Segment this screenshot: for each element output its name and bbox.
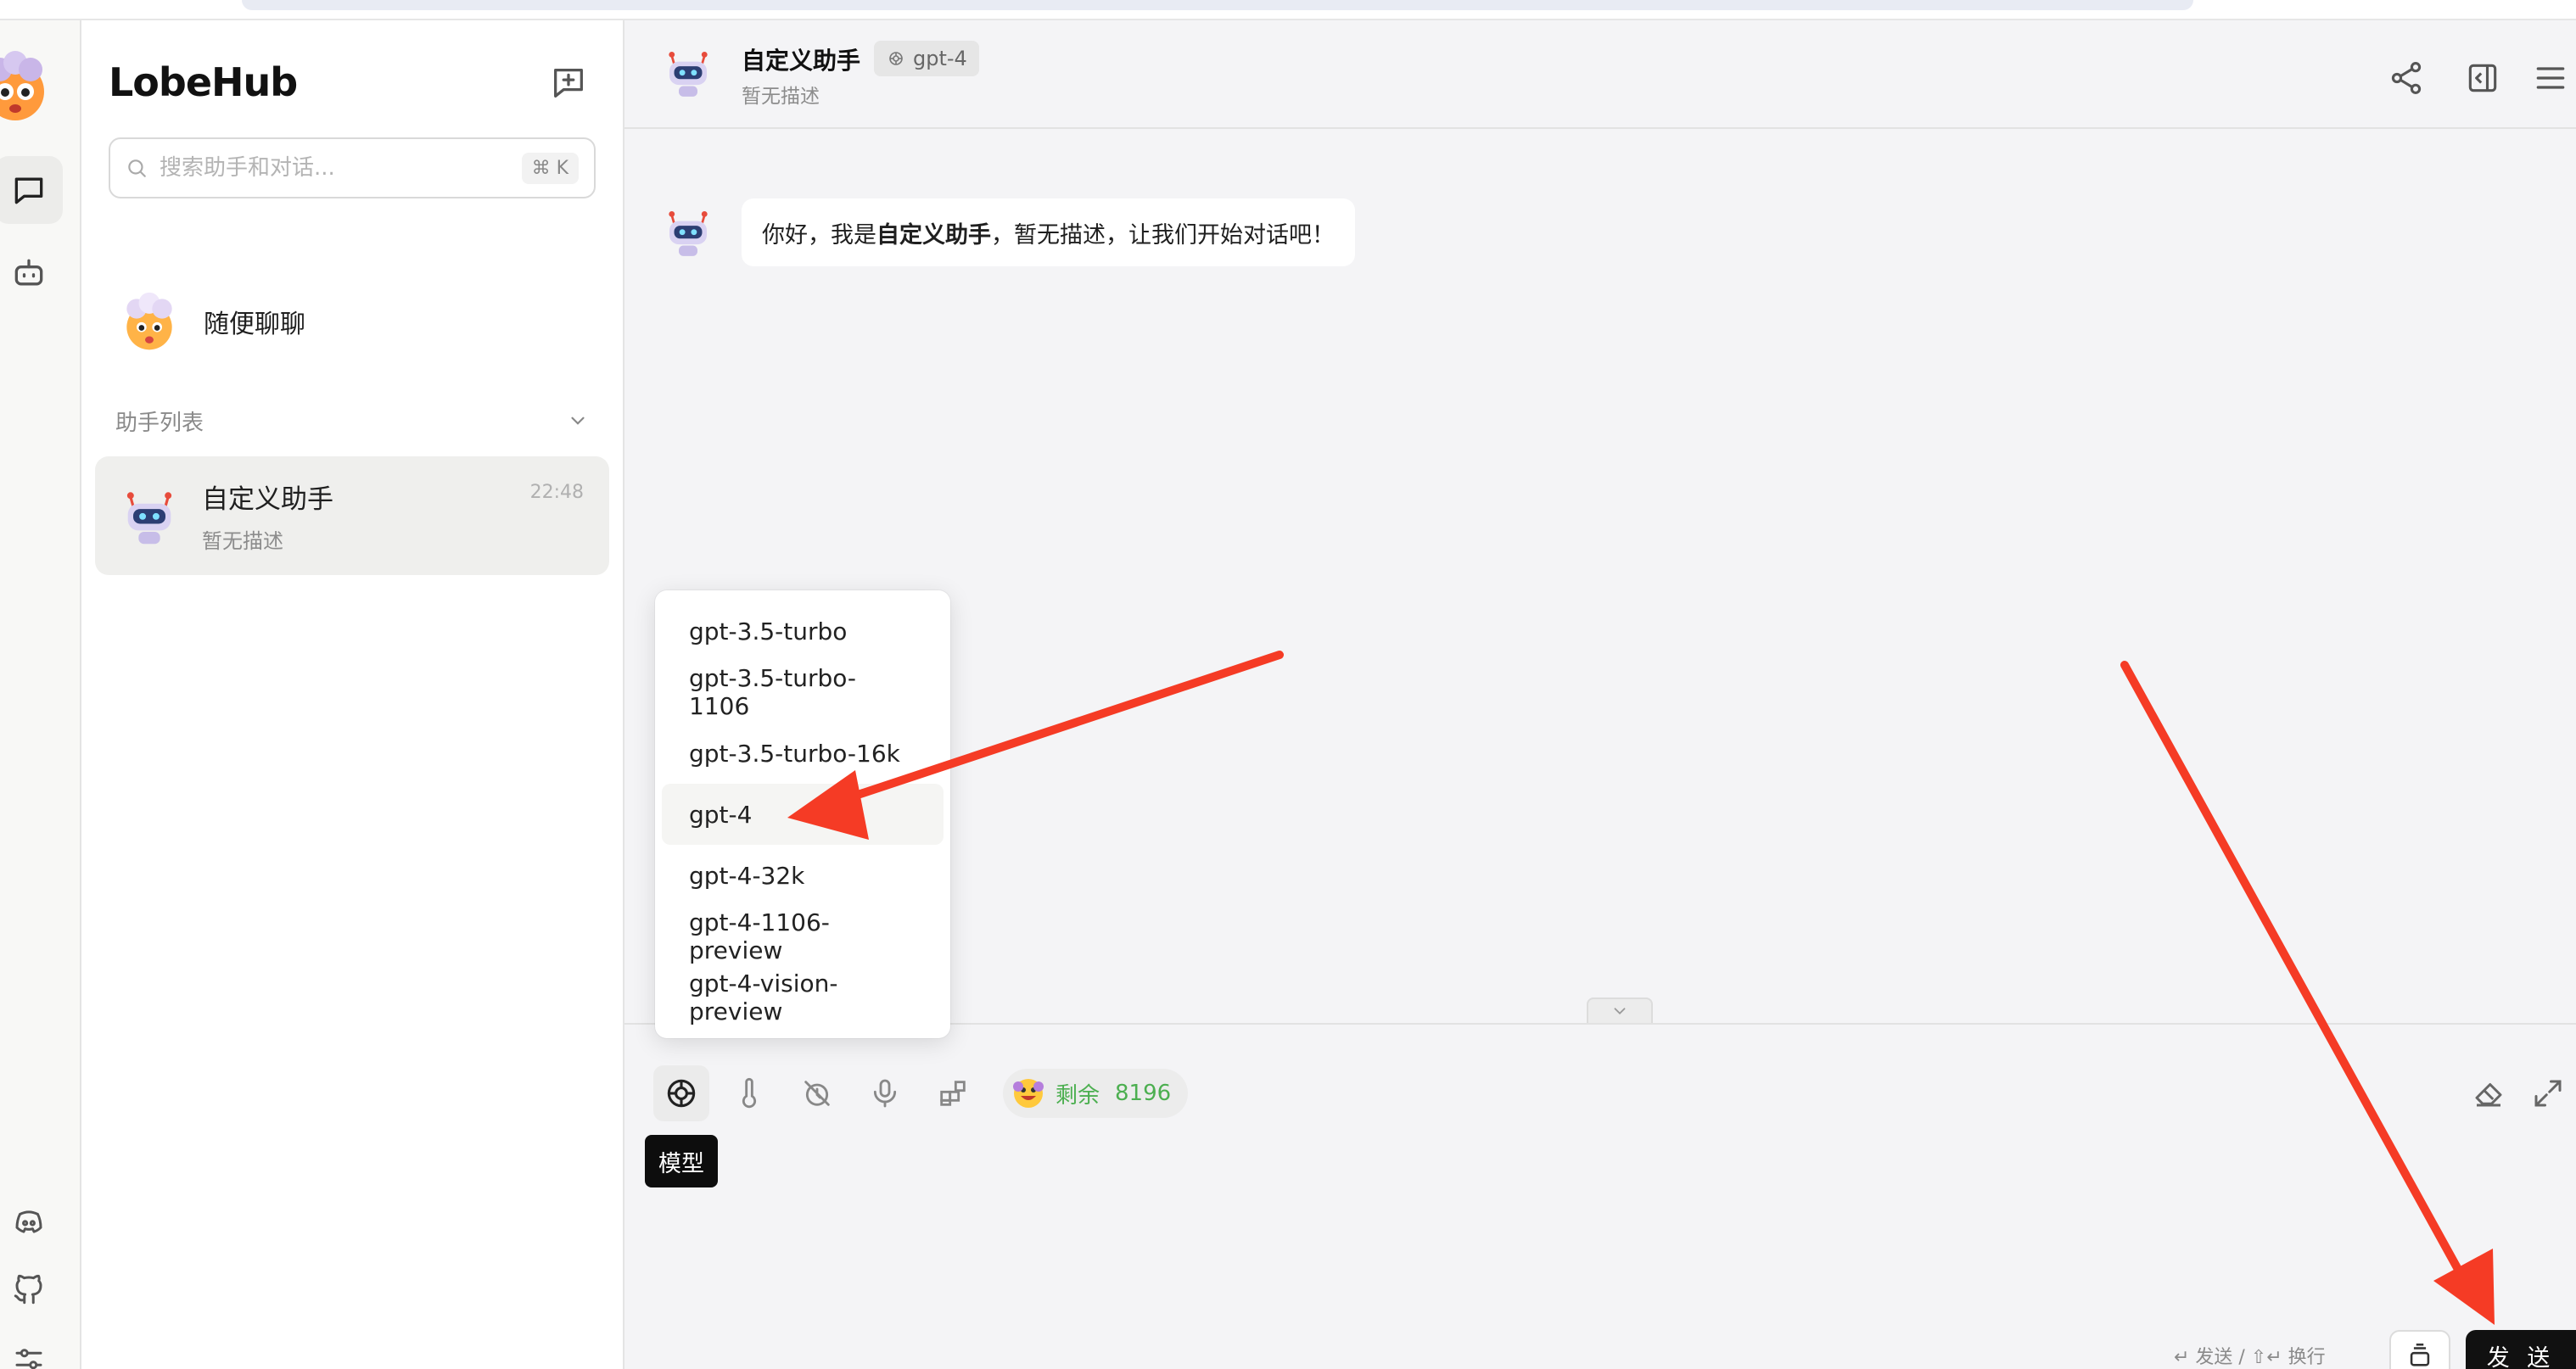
model-tooltip: 模型	[645, 1135, 718, 1187]
token-emoji-icon	[1013, 1079, 1044, 1108]
microphone-icon	[873, 1079, 897, 1108]
user-avatar[interactable]	[0, 47, 56, 129]
temperature-icon	[742, 1078, 757, 1109]
search-shortcut: ⌘ K	[521, 152, 579, 184]
chat-input-area: 剩余 8196 模型 ↵ 发送 / ⇧↵ 换行 发 送	[624, 1023, 2576, 1369]
message-plus-icon	[554, 69, 583, 98]
message-assistant-name: 自定义助手	[876, 221, 991, 249]
send-button[interactable]: 发 送	[2466, 1330, 2576, 1369]
session-name: 随便聊聊	[204, 310, 305, 339]
send-options-button[interactable]	[2389, 1330, 2450, 1369]
token-label: 剩余	[1056, 1082, 1100, 1109]
model-option[interactable]: gpt-3.5-turbo-1106	[662, 662, 944, 723]
scroll-to-bottom-button[interactable]	[1587, 997, 1653, 1023]
model-select-button[interactable]	[653, 1065, 709, 1121]
browser-top-strip	[0, 0, 2576, 20]
chevron-down-icon	[571, 416, 585, 425]
chat-nav-button[interactable]	[0, 156, 63, 224]
expand-button[interactable]	[2520, 1065, 2576, 1121]
chat-header: 自定义助手 gpt-4 暂无描述	[624, 20, 2576, 129]
message-suffix: ，暂无描述，让我们开始对话吧！	[991, 221, 1335, 249]
random-chat-avatar	[126, 292, 172, 350]
stack-icon	[2410, 1343, 2430, 1366]
chat-desc: 暂无描述	[742, 86, 820, 108]
openai-icon	[889, 52, 903, 65]
expand-icon	[2534, 1080, 2562, 1107]
model-option[interactable]: gpt-3.5-turbo	[662, 601, 944, 662]
menu-icon	[2536, 67, 2565, 89]
settings-icon	[15, 1349, 42, 1369]
model-tag-label: gpt-4	[913, 47, 967, 70]
browser-address-bar[interactable]	[242, 0, 2193, 10]
robot-icon	[14, 259, 43, 286]
model-option[interactable]: gpt-4-1106-preview	[662, 906, 944, 967]
search-icon	[128, 159, 146, 177]
model-option[interactable]: gpt-4-vision-preview	[662, 967, 944, 1028]
history-limit-button[interactable]	[789, 1065, 845, 1121]
assistant-message: 你好，我是 自定义助手 ，暂无描述，让我们开始对话吧！	[742, 198, 1355, 266]
eraser-icon	[2475, 1083, 2502, 1107]
robot-avatar	[126, 492, 172, 545]
brand-logo: LobeHub	[109, 59, 298, 105]
plugin-icon	[940, 1081, 966, 1106]
session-time: 22:48	[529, 482, 584, 503]
model-tag[interactable]: gpt-4	[874, 41, 979, 76]
toggle-panel-button[interactable]	[2457, 53, 2508, 103]
share-button[interactable]	[2381, 53, 2432, 103]
temperature-button[interactable]	[721, 1065, 777, 1121]
search-input[interactable]	[160, 155, 522, 181]
robot-avatar[interactable]	[660, 204, 716, 260]
model-option[interactable]: gpt-4-32k	[662, 845, 944, 906]
chat-title: 自定义助手	[742, 47, 861, 75]
chevron-down-icon	[1614, 1008, 1626, 1015]
history-off-icon	[804, 1081, 830, 1106]
model-brain-icon	[667, 1079, 696, 1108]
model-dropdown: gpt-3.5-turbo gpt-3.5-turbo-1106 gpt-3.5…	[655, 590, 950, 1038]
voice-input-button[interactable]	[857, 1065, 913, 1121]
menu-button[interactable]	[2525, 53, 2576, 103]
assistant-group-header[interactable]: 助手列表	[95, 397, 609, 444]
share-icon	[2391, 62, 2422, 94]
model-option-selected[interactable]: gpt-4	[662, 784, 944, 845]
session-item-custom-assistant[interactable]: 自定义助手 暂无描述 22:48	[95, 456, 609, 575]
new-chat-button[interactable]	[543, 58, 594, 109]
panel-toggle-icon	[2468, 64, 2497, 92]
github-icon	[14, 1274, 42, 1305]
token-count: 8196	[1115, 1081, 1172, 1106]
group-label: 助手列表	[115, 410, 204, 436]
left-rail	[0, 20, 81, 1369]
github-button[interactable]	[0, 1255, 63, 1323]
session-random-chat[interactable]: 随便聊聊	[95, 275, 609, 368]
discord-icon	[15, 1210, 42, 1233]
search-box: ⌘ K	[109, 137, 596, 198]
assistant-market-button[interactable]	[0, 239, 63, 307]
model-option[interactable]: gpt-3.5-turbo-16k	[662, 723, 944, 784]
token-counter[interactable]: 剩余 8196	[1003, 1069, 1189, 1118]
chat-icon	[14, 177, 43, 204]
message-prefix: 你好，我是	[762, 221, 876, 249]
discord-button[interactable]	[0, 1189, 63, 1257]
session-desc: 暂无描述	[202, 529, 283, 553]
send-shortcut-hint: ↵ 发送 / ⇧↵ 换行	[2174, 1347, 2326, 1368]
clear-button[interactable]	[2461, 1065, 2517, 1121]
session-sidebar: LobeHub ⌘ K 随便聊聊 助手列表	[81, 20, 624, 1369]
settings-button[interactable]	[0, 1327, 63, 1369]
robot-avatar[interactable]	[660, 44, 716, 100]
plugin-button[interactable]	[925, 1065, 981, 1121]
